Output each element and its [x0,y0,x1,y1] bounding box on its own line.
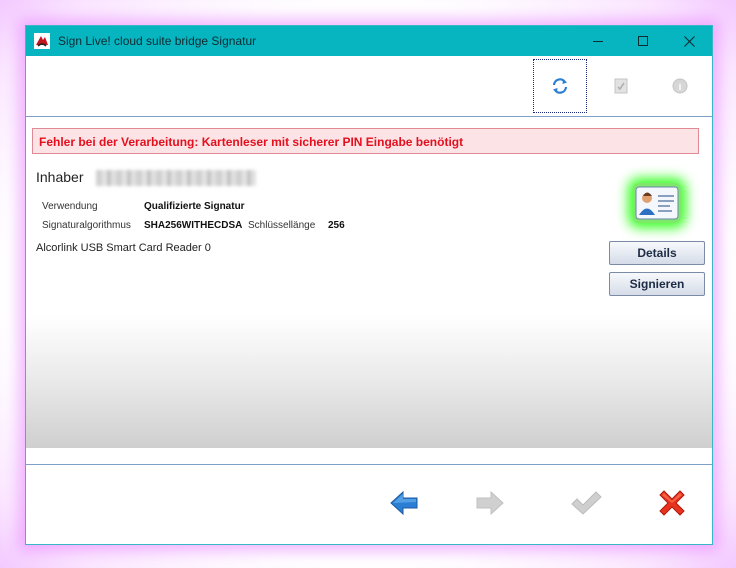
content-area: Fehler bei der Verarbeitung: Kartenleser… [26,117,712,448]
algorithm-label: Signaturalgorithmus [42,220,131,231]
footer-navigation [26,464,712,544]
usage-value: Qualifizierte Signatur [144,201,245,212]
owner-name-redacted [96,170,256,186]
document-check-icon [614,78,628,94]
toolbar [26,56,712,117]
close-button[interactable] [666,26,712,56]
maximize-icon [638,36,648,46]
window-title: Sign Live! cloud suite bridge Signatur [58,34,257,48]
ok-button[interactable] [568,485,604,521]
usage-label: Verwendung [42,201,98,212]
close-icon [683,35,695,47]
algorithm-value: SHA256WITHECDSA [144,220,243,231]
keylength-value: 256 [328,220,345,231]
sign-button[interactable]: Signieren [609,272,705,296]
signature-dialog: Sign Live! cloud suite bridge Signatur F… [25,25,713,545]
keylength-label: Schlüssellänge [248,220,316,231]
refresh-button[interactable] [533,59,587,113]
minimize-icon [593,41,603,42]
card-reader-name: Alcorlink USB Smart Card Reader 0 [36,242,211,254]
details-button[interactable]: Details [609,241,705,265]
minimize-button[interactable] [575,26,621,56]
error-banner: Fehler bei der Verarbeitung: Kartenleser… [32,128,699,154]
id-card-icon [633,183,681,223]
owner-label: Inhaber [36,169,84,185]
app-logo-icon [34,33,50,49]
red-x-icon [659,490,685,516]
refresh-icon [552,78,568,94]
id-card-graphic [635,186,679,220]
info-button[interactable] [653,59,707,113]
checkmark-icon [571,491,602,515]
forward-button[interactable] [472,485,508,521]
info-circle-icon [672,78,688,94]
error-message: Fehler bei der Verarbeitung: Kartenleser… [39,135,464,149]
back-button[interactable] [386,485,422,521]
document-button[interactable] [594,59,648,113]
arrow-left-icon [390,490,418,516]
title-bar: Sign Live! cloud suite bridge Signatur [26,26,712,56]
arrow-right-icon [476,490,504,516]
maximize-button[interactable] [620,26,666,56]
cancel-button[interactable] [654,485,690,521]
